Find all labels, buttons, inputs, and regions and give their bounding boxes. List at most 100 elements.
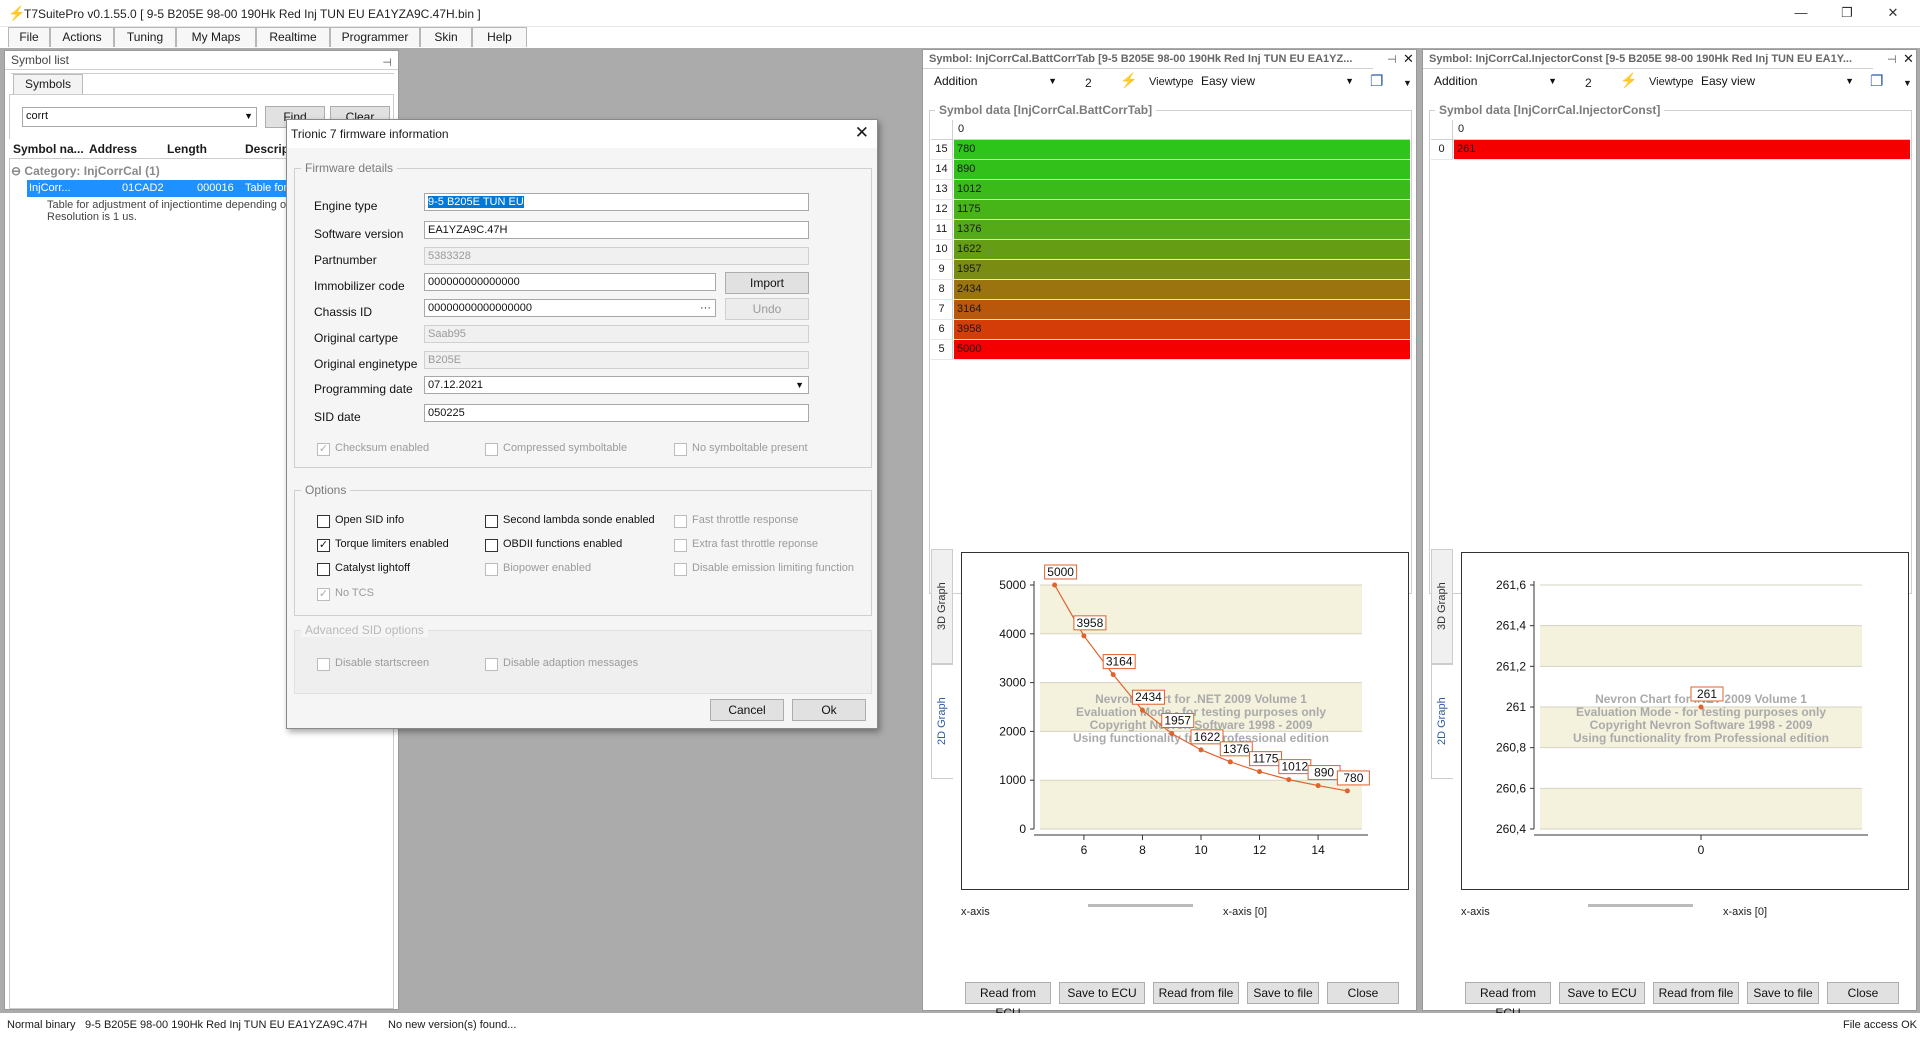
category-row[interactable]: ⊖ Category: InjCorrCal (1) (11, 164, 160, 178)
tab-3d-graph[interactable]: 3D Graph (1431, 549, 1453, 664)
ok-button[interactable]: Ok (792, 699, 866, 721)
menu-help[interactable]: Help (472, 27, 527, 47)
search-input[interactable]: corrt ▼ (22, 107, 257, 127)
cell-value[interactable]: 1012 (954, 180, 1410, 199)
engine-type-field[interactable]: 9-5 B205E TUN EU (424, 193, 809, 211)
viewer2-xaxis-slider[interactable] (1588, 904, 1693, 907)
torque-checkbox[interactable]: ✓ (317, 539, 330, 552)
second-lambda-checkbox[interactable] (485, 515, 498, 528)
import-button[interactable]: Import (725, 272, 809, 294)
chevron-down-icon[interactable]: ▼ (244, 108, 253, 124)
read-from-file-button[interactable]: Read from file (1153, 982, 1239, 1004)
viewer1-amount[interactable]: 2 (1085, 76, 1092, 90)
window-layout-icon[interactable]: ❐ (1870, 72, 1883, 90)
ellipsis-icon[interactable]: ··· (700, 300, 711, 316)
menu-programmer[interactable]: Programmer (330, 27, 420, 47)
chassis-field[interactable]: 00000000000000000 ··· (424, 299, 716, 317)
viewer1-close-button[interactable]: Close (1327, 982, 1399, 1004)
viewer2-amount[interactable]: 2 (1585, 76, 1592, 90)
table-row[interactable]: 8 2434 (931, 280, 1410, 300)
table-row[interactable]: 10 1622 (931, 240, 1410, 260)
table-row[interactable]: 5 5000 (931, 340, 1410, 360)
close-icon[interactable]: ✕ (1903, 51, 1914, 67)
close-icon[interactable]: ✕ (1403, 51, 1414, 67)
checksum-checkbox: ✓ (317, 443, 330, 456)
cell-value[interactable]: 1376 (954, 220, 1410, 239)
wand-icon[interactable]: ⚡ (1120, 72, 1137, 89)
wand-icon[interactable]: ⚡ (1620, 72, 1637, 89)
col-address[interactable]: Address (89, 142, 137, 156)
menu-skin[interactable]: Skin (420, 27, 472, 47)
save-to-ecu-button[interactable]: Save to ECU (1059, 982, 1145, 1004)
software-version-field[interactable]: EA1YZA9C.47H (424, 221, 809, 239)
table-row[interactable]: 14 890 (931, 160, 1410, 180)
chevron-down-icon[interactable]: ▼ (1345, 73, 1354, 89)
menu-file[interactable]: File (8, 27, 50, 47)
col-symbol-name[interactable]: Symbol na... (13, 142, 84, 156)
chevron-down-icon[interactable]: ▼ (1548, 73, 1557, 89)
cell-value[interactable]: 3164 (954, 300, 1410, 319)
table-row[interactable]: 0 261 (1431, 140, 1910, 160)
dropdown-icon[interactable]: ▼ (1403, 78, 1412, 88)
open-sid-checkbox[interactable] (317, 515, 330, 528)
catalyst-checkbox[interactable] (317, 563, 330, 576)
table-row[interactable]: 9 1957 (931, 260, 1410, 280)
cell-value[interactable]: 1957 (954, 260, 1410, 279)
sid-date-field[interactable]: 050225 (424, 404, 809, 422)
save-to-ecu-button[interactable]: Save to ECU (1559, 982, 1645, 1004)
table-row[interactable]: 6 3958 (931, 320, 1410, 340)
obdii-checkbox[interactable] (485, 539, 498, 552)
table-row[interactable]: 7 3164 (931, 300, 1410, 320)
window-layout-icon[interactable]: ❐ (1370, 72, 1383, 90)
cancel-button[interactable]: Cancel (710, 699, 784, 721)
read-from-file-button[interactable]: Read from file (1653, 982, 1739, 1004)
immobilizer-field[interactable]: 000000000000000 (424, 273, 716, 291)
cell-value[interactable]: 780 (954, 140, 1410, 159)
read-from-ecu-button[interactable]: Read from ECU (965, 982, 1051, 1020)
menu-realtime[interactable]: Realtime (256, 27, 330, 47)
dropdown-icon[interactable]: ▼ (1903, 78, 1912, 88)
menu-actions[interactable]: Actions (50, 27, 114, 47)
viewer2-mode-select[interactable]: Addition ▼ (1431, 73, 1561, 93)
pin-icon[interactable]: ⊣ (1387, 53, 1397, 66)
table-row[interactable]: 11 1376 (931, 220, 1410, 240)
chevron-down-icon[interactable]: ▼ (1845, 73, 1854, 89)
cell-value[interactable]: 3958 (954, 320, 1410, 339)
cell-value[interactable]: 1175 (954, 200, 1410, 219)
prog-date-picker[interactable]: 07.12.2021 ▼ (424, 376, 809, 394)
restore-icon[interactable]: ❐ (1824, 0, 1870, 27)
table-row[interactable]: 13 1012 (931, 180, 1410, 200)
viewer1-mode-select[interactable]: Addition ▼ (931, 73, 1061, 93)
tab-symbols[interactable]: Symbols (13, 74, 83, 94)
collapse-icon[interactable]: ⊖ (11, 164, 21, 178)
cell-value[interactable]: 5000 (954, 340, 1410, 359)
table-row[interactable]: 12 1175 (931, 200, 1410, 220)
chevron-down-icon[interactable]: ▼ (795, 377, 804, 393)
save-to-file-button[interactable]: Save to file (1247, 982, 1319, 1004)
close-icon[interactable]: ✕ (1870, 0, 1916, 27)
cell-value[interactable]: 2434 (954, 280, 1410, 299)
pin-icon[interactable]: ⊣ (382, 54, 392, 72)
cell-value[interactable]: 261 (1454, 140, 1910, 159)
save-to-file-button[interactable]: Save to file (1747, 982, 1819, 1004)
col-length[interactable]: Length (167, 142, 207, 156)
viewer1-xaxis-slider[interactable] (1088, 904, 1193, 907)
menu-tuning[interactable]: Tuning (114, 27, 176, 47)
table-row[interactable]: 15 780 (931, 140, 1410, 160)
read-from-ecu-button[interactable]: Read from ECU (1465, 982, 1551, 1020)
chevron-down-icon[interactable]: ▼ (1048, 73, 1057, 89)
cell-value[interactable]: 1622 (954, 240, 1410, 259)
obdii-label: OBDII functions enabled (503, 538, 623, 550)
adaption-label: Disable adaption messages (503, 657, 639, 669)
minimize-icon[interactable]: — (1778, 0, 1824, 27)
viewer2-viewtype-select[interactable]: Easy view ▼ (1698, 73, 1858, 93)
tab-2d-graph[interactable]: 2D Graph (931, 664, 953, 779)
tab-2d-graph[interactable]: 2D Graph (1431, 664, 1453, 779)
pin-icon[interactable]: ⊣ (1887, 53, 1897, 66)
viewer1-viewtype-select[interactable]: Easy view ▼ (1198, 73, 1358, 93)
tab-3d-graph[interactable]: 3D Graph (931, 549, 953, 664)
cell-value[interactable]: 890 (954, 160, 1410, 179)
viewer2-close-button[interactable]: Close (1827, 982, 1899, 1004)
dialog-close-icon[interactable]: ✕ (855, 123, 869, 143)
menu-my-maps[interactable]: My Maps (176, 27, 256, 47)
